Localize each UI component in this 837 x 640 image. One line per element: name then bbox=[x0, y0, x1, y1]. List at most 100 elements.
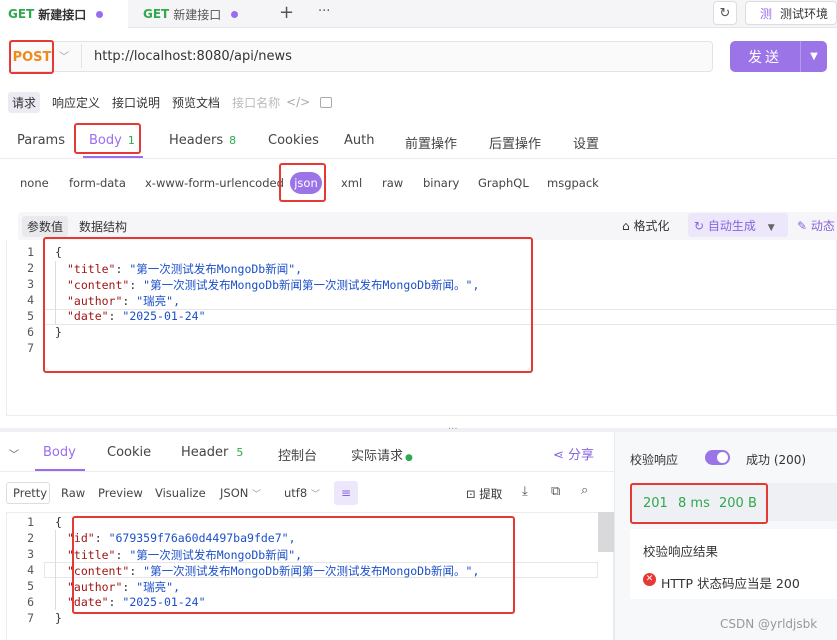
code-line: "author": "瑞亮", bbox=[67, 579, 180, 595]
subtab-request[interactable]: 请求 bbox=[8, 91, 41, 113]
json-key: "author" bbox=[67, 580, 123, 594]
line-number: 3 bbox=[27, 277, 34, 291]
dynamic-button[interactable]: ✎ 动态 bbox=[797, 217, 835, 234]
bodytype-binary[interactable]: binary bbox=[423, 176, 459, 190]
json-key: "title" bbox=[67, 548, 116, 562]
copy-icon[interactable]: ⧉ bbox=[551, 484, 560, 499]
layout-icon[interactable] bbox=[320, 96, 333, 108]
json-value: "第一次测试发布MongoDb新闻第一次测试发布MongoDb新闻。", bbox=[143, 278, 480, 292]
resp-tab-header[interactable]: Header 5 bbox=[181, 445, 243, 460]
status-code: 201 bbox=[643, 496, 668, 511]
tab-auth[interactable]: Auth bbox=[344, 133, 374, 148]
splitter-handle-icon[interactable]: ··· bbox=[448, 424, 458, 435]
code-line: { bbox=[55, 515, 62, 529]
tab-request-1[interactable]: GET 新建接口 bbox=[0, 0, 128, 28]
format-visualize[interactable]: Visualize bbox=[155, 486, 206, 500]
api-name-input[interactable]: 接口名称 bbox=[232, 94, 280, 111]
select-value: JSON bbox=[220, 486, 249, 500]
line-number: 2 bbox=[27, 531, 34, 545]
bodytype-json[interactable]: json bbox=[290, 172, 322, 194]
extract-label: 提取 bbox=[479, 487, 503, 501]
collapse-chevron-icon[interactable]: ﹀ bbox=[9, 446, 19, 461]
download-icon[interactable]: ⤓ bbox=[522, 484, 528, 499]
tab-pre-ops[interactable]: 前置操作 bbox=[405, 133, 457, 152]
format-raw[interactable]: Raw bbox=[61, 486, 85, 500]
json-colon: : bbox=[115, 548, 130, 562]
refresh-icon[interactable]: ↻ bbox=[713, 1, 737, 25]
autogen-button[interactable]: ↻ 自动生成 ▼ bbox=[694, 217, 775, 234]
validate-toggle[interactable] bbox=[705, 450, 730, 465]
line-number: 7 bbox=[27, 611, 34, 625]
tab-params[interactable]: Params bbox=[17, 133, 65, 148]
line-number: 4 bbox=[27, 293, 34, 307]
share-button[interactable]: ⋖ 分享 bbox=[553, 444, 594, 463]
resp-tab-cookie[interactable]: Cookie bbox=[107, 445, 151, 460]
chevron-down-icon[interactable]: ▼ bbox=[800, 41, 827, 72]
bodytype-none[interactable]: none bbox=[20, 176, 49, 190]
tab-label: 前置操作 bbox=[405, 137, 458, 152]
resp-tab-body[interactable]: Body bbox=[43, 445, 76, 460]
more-icon[interactable]: ··· bbox=[318, 4, 330, 19]
unsaved-dot-icon bbox=[96, 10, 104, 18]
tab-headers[interactable]: Headers 8 bbox=[169, 133, 236, 148]
tab-label: 新建接口 bbox=[38, 7, 87, 22]
bodytype-form-data[interactable]: form-data bbox=[69, 176, 126, 190]
json-colon: : bbox=[122, 580, 137, 594]
format-pretty[interactable]: Pretty bbox=[13, 486, 47, 500]
validation-result-item: HTTP 状态码应当是 200 bbox=[661, 576, 800, 591]
request-sub-tabs: 请求 响应定义 接口说明 预览文档 接口名称 </> bbox=[8, 91, 333, 113]
subtab-doc[interactable]: 接口说明 bbox=[112, 94, 160, 111]
send-label: 发送 bbox=[748, 49, 782, 66]
url-input[interactable]: http://localhost:8080/api/news bbox=[94, 49, 292, 64]
method-select[interactable]: POST bbox=[11, 42, 53, 72]
dynamic-label: 动态 bbox=[810, 219, 835, 233]
line-number: 4 bbox=[27, 563, 34, 577]
resp-tab-actual-request[interactable]: 实际请求 ● bbox=[351, 445, 413, 464]
tab-label: 新建接口 bbox=[173, 7, 222, 22]
bodytype-msgpack[interactable]: msgpack bbox=[547, 176, 599, 190]
tab-label: 设置 bbox=[573, 137, 600, 152]
seg-param-values[interactable]: 参数值 bbox=[22, 216, 69, 237]
line-number: 5 bbox=[27, 579, 34, 593]
code-icon[interactable]: </> bbox=[286, 95, 310, 109]
resp-tab-console[interactable]: 控制台 bbox=[278, 445, 317, 464]
divider bbox=[0, 158, 837, 159]
format-preview[interactable]: Preview bbox=[98, 486, 143, 500]
line-number: 6 bbox=[27, 595, 34, 609]
tab-label: Auth bbox=[344, 133, 375, 148]
tab-post-ops[interactable]: 后置操作 bbox=[489, 133, 541, 152]
bodytype-raw[interactable]: raw bbox=[382, 176, 403, 190]
tab-request-2[interactable]: GET 新建接口 bbox=[136, 0, 264, 28]
bodytype-urlencoded[interactable]: x-www-form-urlencoded bbox=[145, 176, 284, 190]
scrollbar-thumb[interactable] bbox=[598, 512, 614, 552]
tab-count-badge: 1 bbox=[127, 134, 135, 147]
tab-settings[interactable]: 设置 bbox=[573, 133, 599, 152]
watermark: CSDN @yrldjsbk bbox=[720, 617, 818, 631]
environment-select[interactable]: 测 测试环境 bbox=[745, 1, 837, 25]
seg-data-structure[interactable]: 数据结构 bbox=[74, 216, 132, 237]
json-value: "瑞亮", bbox=[136, 294, 181, 308]
encoding-select[interactable]: utf8 ﹀ bbox=[284, 486, 320, 500]
chevron-down-icon[interactable]: ﹀ bbox=[59, 48, 69, 63]
select-value: utf8 bbox=[284, 486, 308, 500]
chevron-down-icon[interactable]: ▼ bbox=[768, 223, 775, 233]
wrap-lines-icon[interactable]: ≡ bbox=[334, 481, 358, 505]
subtab-response-def[interactable]: 响应定义 bbox=[52, 94, 100, 111]
json-colon: : bbox=[129, 564, 144, 578]
code-line: } bbox=[55, 325, 62, 339]
add-tab-icon[interactable]: + bbox=[279, 2, 294, 23]
send-button[interactable]: 发送 ▼ bbox=[730, 41, 827, 72]
tab-body[interactable]: Body 1 bbox=[89, 133, 135, 148]
environment-icon: 测 bbox=[760, 6, 773, 21]
autogen-label: 自动生成 bbox=[707, 219, 756, 233]
format-button[interactable]: ⌂ 格式化 bbox=[622, 217, 669, 234]
tab-cookies[interactable]: Cookies bbox=[268, 133, 319, 148]
subtab-preview[interactable]: 预览文档 bbox=[172, 94, 220, 111]
response-time: 8 ms bbox=[678, 496, 710, 511]
search-icon[interactable]: ⌕ bbox=[581, 483, 588, 498]
json-key: "content" bbox=[67, 564, 130, 578]
bodytype-graphql[interactable]: GraphQL bbox=[478, 176, 529, 190]
extract-button[interactable]: ⊡ 提取 bbox=[466, 486, 502, 502]
format-json-select[interactable]: JSON ﹀ bbox=[220, 486, 261, 500]
bodytype-xml[interactable]: xml bbox=[341, 176, 362, 190]
